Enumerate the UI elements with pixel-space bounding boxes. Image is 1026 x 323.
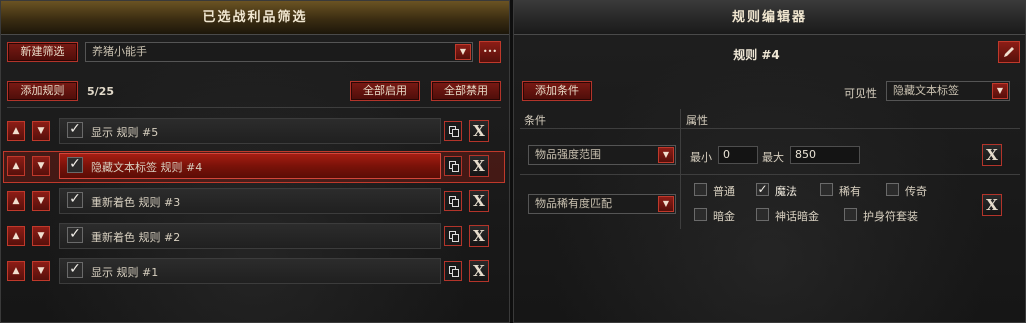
chevron-down-icon: ▼ <box>455 44 471 60</box>
rarity-checkbox-magic[interactable]: ✓ <box>756 183 769 196</box>
move-up-icon[interactable]: ▲ <box>7 156 25 176</box>
delete-rule-icon[interactable]: X <box>469 260 489 282</box>
rule-label: 隐藏文本标签 规则 #4 <box>91 161 203 174</box>
min-input[interactable]: 0 <box>718 146 758 164</box>
rarity-label: 暗金 <box>713 210 735 223</box>
chevron-down-icon: ▼ <box>992 83 1008 99</box>
condition-type-select[interactable]: 物品强度范围 ▼ <box>528 145 676 165</box>
move-up-icon[interactable]: ▲ <box>7 226 25 246</box>
delete-rule-icon[interactable]: X <box>469 190 489 212</box>
column-header-condition: 条件 <box>524 114 546 127</box>
rarity-label: 普通 <box>713 185 735 198</box>
rarity-label: 传奇 <box>905 185 927 198</box>
divider <box>520 174 1020 175</box>
condition-type-select[interactable]: 物品稀有度匹配 ▼ <box>528 194 676 214</box>
condition-type-value: 物品强度范围 <box>535 148 601 161</box>
column-header-property: 属性 <box>686 114 708 127</box>
delete-rule-icon[interactable]: X <box>469 225 489 247</box>
filter-select-value: 养猪小能手 <box>92 45 147 58</box>
move-down-icon[interactable]: ▼ <box>32 156 50 176</box>
rule-title: 规则 #4 <box>733 48 780 62</box>
move-down-icon[interactable]: ▼ <box>32 261 50 281</box>
move-down-icon[interactable]: ▼ <box>32 191 50 211</box>
rarity-checkbox-charm-set[interactable] <box>844 208 857 221</box>
rarity-checkbox-unique[interactable] <box>694 208 707 221</box>
rarity-checkbox-normal[interactable] <box>694 183 707 196</box>
rule-row[interactable]: ▲ ▼ ✓ 重新着色 规则 #2 X <box>7 223 499 249</box>
panel-title: 规则编辑器 <box>514 1 1025 35</box>
delete-rule-icon[interactable]: X <box>469 155 489 177</box>
rarity-checkbox-legendary[interactable] <box>886 183 899 196</box>
rarity-label: 稀有 <box>839 185 861 198</box>
disable-all-button[interactable]: 全部禁用 <box>431 81 501 101</box>
rule-label: 重新着色 规则 #2 <box>91 231 181 244</box>
chevron-down-icon: ▼ <box>658 147 674 163</box>
rule-editor-panel: 规则编辑器 规则 #4 添加条件 可见性 隐藏文本标签 ▼ 条件 属性 物品强度… <box>513 0 1026 323</box>
add-condition-button[interactable]: 添加条件 <box>522 81 592 101</box>
rule-enabled-checkbox[interactable]: ✓ <box>67 157 83 173</box>
panel-title: 已选战利品筛选 <box>1 1 509 35</box>
rule-row[interactable]: ▲ ▼ ✓ 显示 规则 #1 X <box>7 258 499 284</box>
rule-enabled-checkbox[interactable]: ✓ <box>67 192 83 208</box>
rule-enabled-checkbox[interactable]: ✓ <box>67 122 83 138</box>
rule-row-selected[interactable]: ▲ ▼ ✓ 隐藏文本标签 规则 #4 X <box>3 151 505 183</box>
chevron-down-icon: ▼ <box>658 196 674 212</box>
copy-rule-icon[interactable] <box>444 261 462 281</box>
rule-count: 5/25 <box>87 85 114 98</box>
loot-filter-panel: 已选战利品筛选 新建筛选 养猪小能手 ▼ ••• 添加规则 5/25 全部启用 … <box>0 0 510 323</box>
rule-label: 重新着色 规则 #3 <box>91 196 181 209</box>
move-up-icon[interactable]: ▲ <box>7 261 25 281</box>
rarity-label: 护身符套装 <box>863 210 918 223</box>
visibility-select[interactable]: 隐藏文本标签 ▼ <box>886 81 1010 101</box>
copy-rule-icon[interactable] <box>444 226 462 246</box>
rarity-label: 魔法 <box>775 185 797 198</box>
move-down-icon[interactable]: ▼ <box>32 121 50 141</box>
copy-rule-icon[interactable] <box>444 121 462 141</box>
delete-condition-icon[interactable]: X <box>982 194 1002 216</box>
add-rule-button[interactable]: 添加规则 <box>7 81 78 101</box>
move-up-icon[interactable]: ▲ <box>7 121 25 141</box>
max-label: 最大 <box>762 151 784 164</box>
rule-row[interactable]: ▲ ▼ ✓ 显示 规则 #5 X <box>7 118 499 144</box>
rule-enabled-checkbox[interactable]: ✓ <box>67 262 83 278</box>
divider <box>7 107 501 108</box>
more-options-button[interactable]: ••• <box>479 41 501 63</box>
rarity-checkbox-mythic-unique[interactable] <box>756 208 769 221</box>
copy-rule-icon[interactable] <box>444 156 462 176</box>
edit-rule-name-button[interactable] <box>998 41 1020 63</box>
move-up-icon[interactable]: ▲ <box>7 191 25 211</box>
rarity-checkbox-rare[interactable] <box>820 183 833 196</box>
rarity-label: 神话暗金 <box>775 210 819 223</box>
move-down-icon[interactable]: ▼ <box>32 226 50 246</box>
column-divider <box>680 109 681 229</box>
rule-enabled-checkbox[interactable]: ✓ <box>67 227 83 243</box>
condition-type-value: 物品稀有度匹配 <box>535 197 612 210</box>
filter-select[interactable]: 养猪小能手 ▼ <box>85 42 473 62</box>
rule-label: 显示 规则 #5 <box>91 126 159 139</box>
copy-rule-icon[interactable] <box>444 191 462 211</box>
rule-row[interactable]: ▲ ▼ ✓ 重新着色 规则 #3 X <box>7 188 499 214</box>
delete-rule-icon[interactable]: X <box>469 120 489 142</box>
visibility-select-value: 隐藏文本标签 <box>893 84 959 97</box>
min-label: 最小 <box>690 151 712 164</box>
enable-all-button[interactable]: 全部启用 <box>350 81 420 101</box>
max-input[interactable]: 850 <box>790 146 860 164</box>
divider <box>520 128 1020 129</box>
visibility-label: 可见性 <box>844 87 877 100</box>
pencil-icon <box>1004 47 1014 57</box>
delete-condition-icon[interactable]: X <box>982 144 1002 166</box>
rule-label: 显示 规则 #1 <box>91 266 159 279</box>
new-filter-button[interactable]: 新建筛选 <box>7 42 78 62</box>
